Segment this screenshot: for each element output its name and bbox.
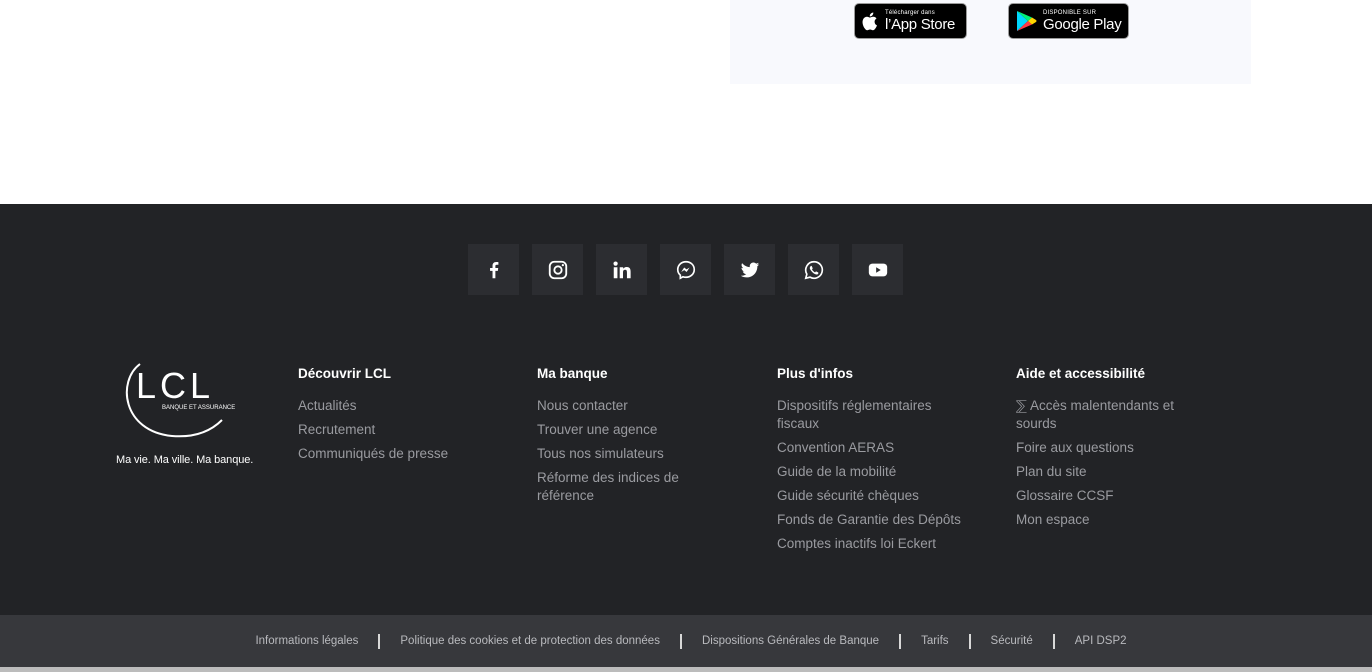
ear-icon: ⅀ bbox=[1016, 398, 1027, 413]
footer-column-ma-banque: Ma banque Nous contacter Trouver une age… bbox=[537, 366, 737, 511]
footer-link-trouver-agence[interactable]: Trouver une agence bbox=[537, 421, 737, 439]
brand-tagline: Ma vie. Ma ville. Ma banque. bbox=[116, 454, 254, 466]
footer-link-label: Accès malentendants et sourds bbox=[1016, 398, 1175, 431]
messenger-icon bbox=[676, 260, 695, 280]
footer-column-plus-infos: Plus d'infos Dispositifs réglementaires … bbox=[777, 366, 977, 559]
legal-link-cookies[interactable]: Politique des cookies et de protection d… bbox=[400, 635, 660, 647]
separator bbox=[899, 633, 902, 649]
footer-link-faq[interactable]: Foire aux questions bbox=[1016, 439, 1211, 457]
twitter-icon bbox=[740, 261, 759, 277]
legal-bar: Informations légales Politique des cooki… bbox=[0, 615, 1372, 667]
whatsapp-button[interactable] bbox=[788, 244, 839, 295]
bottom-strip bbox=[0, 667, 1372, 672]
app-download-panel: Télécharger dans l’App Store DISPONIBLE … bbox=[730, 0, 1251, 84]
separator bbox=[679, 633, 682, 649]
legal-link-tarifs[interactable]: Tarifs bbox=[921, 635, 948, 647]
instagram-button[interactable] bbox=[532, 244, 583, 295]
footer-link-reforme-indices[interactable]: Réforme des indices de référence bbox=[537, 469, 737, 505]
column-title: Découvrir LCL bbox=[298, 366, 392, 381]
footer-link-securite-cheques[interactable]: Guide sécurité chèques bbox=[777, 487, 977, 505]
footer-link-malentendants[interactable]: ⅀ Accès malentendants et sourds bbox=[1016, 397, 1211, 433]
youtube-icon bbox=[868, 263, 887, 276]
footer-link-recrutement[interactable]: Recrutement bbox=[298, 421, 498, 439]
footer-link-communiques[interactable]: Communiqués de presse bbox=[298, 445, 498, 463]
lcl-logo[interactable]: LCL BANQUE ET ASSURANCE bbox=[112, 356, 272, 446]
google-play-icon bbox=[1017, 11, 1037, 31]
brand-block: LCL BANQUE ET ASSURANCE Ma vie. Ma ville… bbox=[112, 356, 272, 466]
footer-link-fonds-garantie[interactable]: Fonds de Garantie des Dépôts bbox=[777, 511, 977, 529]
column-title: Plus d'infos bbox=[777, 366, 853, 381]
logo-text: LCL bbox=[136, 365, 214, 406]
footer-link-simulateurs[interactable]: Tous nos simulateurs bbox=[537, 445, 737, 463]
column-title: Aide et accessibilité bbox=[1016, 366, 1146, 381]
facebook-icon bbox=[489, 261, 498, 278]
twitter-button[interactable] bbox=[724, 244, 775, 295]
site-footer: LCL BANQUE ET ASSURANCE Ma vie. Ma ville… bbox=[0, 204, 1372, 615]
facebook-button[interactable] bbox=[468, 244, 519, 295]
legal-link-informations[interactable]: Informations légales bbox=[255, 635, 358, 647]
app-store-button[interactable]: Télécharger dans l’App Store bbox=[854, 3, 967, 39]
footer-link-mobilite[interactable]: Guide de la mobilité bbox=[777, 463, 977, 481]
footer-column-decouvrir: Découvrir LCL Actualités Recrutement Com… bbox=[298, 366, 498, 469]
social-links bbox=[468, 244, 903, 295]
messenger-button[interactable] bbox=[660, 244, 711, 295]
separator bbox=[1052, 633, 1055, 649]
legal-link-api-dsp2[interactable]: API DSP2 bbox=[1075, 635, 1127, 647]
footer-link-actualites[interactable]: Actualités bbox=[298, 397, 498, 415]
google-play-big-text: Google Play bbox=[1043, 16, 1122, 33]
separator bbox=[968, 633, 971, 649]
legal-link-securite[interactable]: Sécurité bbox=[991, 635, 1033, 647]
linkedin-button[interactable] bbox=[596, 244, 647, 295]
instagram-icon bbox=[548, 260, 567, 279]
app-store-big-text: l’App Store bbox=[885, 16, 956, 33]
footer-link-comptes-inactifs[interactable]: Comptes inactifs loi Eckert bbox=[777, 535, 977, 553]
separator bbox=[378, 633, 381, 649]
footer-link-glossaire[interactable]: Glossaire CCSF bbox=[1016, 487, 1211, 505]
youtube-button[interactable] bbox=[852, 244, 903, 295]
footer-link-aeras[interactable]: Convention AERAS bbox=[777, 439, 977, 457]
linkedin-icon bbox=[612, 260, 631, 278]
footer-link-plan-site[interactable]: Plan du site bbox=[1016, 463, 1211, 481]
footer-link-nous-contacter[interactable]: Nous contacter bbox=[537, 397, 737, 415]
google-play-button[interactable]: DISPONIBLE SUR Google Play bbox=[1008, 3, 1129, 39]
column-title: Ma banque bbox=[537, 366, 608, 381]
logo-subtext: BANQUE ET ASSURANCE bbox=[162, 405, 235, 411]
footer-link-mon-espace[interactable]: Mon espace bbox=[1016, 511, 1211, 529]
apple-icon bbox=[862, 12, 877, 31]
legal-link-dispositions[interactable]: Dispositions Générales de Banque bbox=[702, 635, 879, 647]
whatsapp-icon bbox=[804, 260, 823, 279]
footer-link-dispositifs[interactable]: Dispositifs réglementaires fiscaux bbox=[777, 397, 977, 433]
top-section: Télécharger dans l’App Store DISPONIBLE … bbox=[0, 0, 1372, 204]
footer-column-aide: Aide et accessibilité ⅀ Accès malentendan… bbox=[1016, 366, 1211, 535]
